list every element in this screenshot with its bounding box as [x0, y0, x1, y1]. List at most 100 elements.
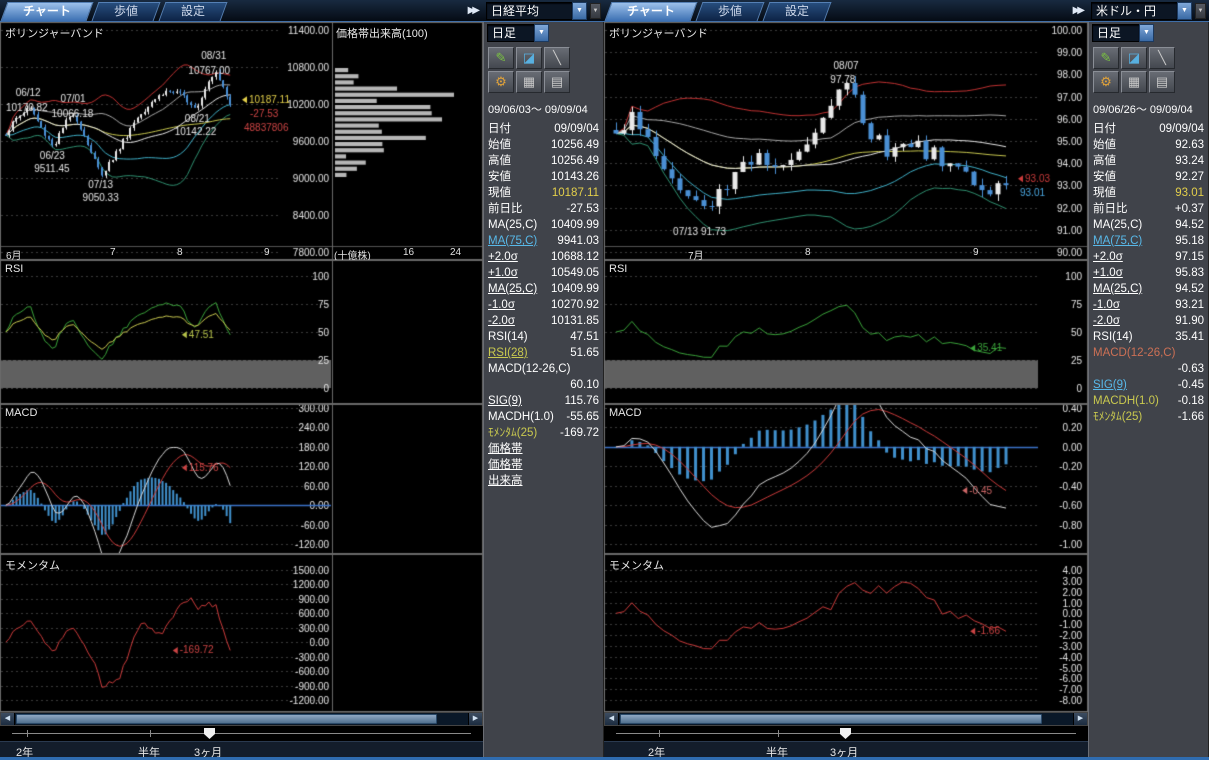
- scroll-right-button[interactable]: ▶: [1073, 713, 1087, 725]
- tab-quotes-right[interactable]: 歩値: [699, 2, 761, 21]
- left-macd-box: MACD: [0, 404, 483, 554]
- range-thumb[interactable]: [204, 728, 215, 739]
- info-value: -0.45: [1178, 377, 1204, 393]
- chevron-down-icon[interactable]: ▼: [534, 24, 549, 42]
- gear-icon: ⚙: [1100, 74, 1112, 89]
- left-scroll-thumb[interactable]: [16, 714, 437, 724]
- range-track[interactable]: [12, 733, 471, 734]
- highlighter-button[interactable]: ◪: [1121, 47, 1147, 69]
- left-rsi-chart[interactable]: [0, 260, 483, 404]
- highlighter-icon: ◪: [523, 50, 535, 65]
- info-link[interactable]: MA(75,C): [1093, 233, 1142, 249]
- right-symbol-select[interactable]: 米ドル・円 ▼: [1091, 2, 1192, 20]
- info-label: 安値: [488, 169, 511, 185]
- info-label: ﾓﾒﾝﾀﾑ(25): [488, 425, 537, 441]
- info-row: +2.0σ97.15: [1089, 249, 1208, 265]
- left-symbol-extra-button[interactable]: ▼: [590, 3, 601, 19]
- chevron-down-icon[interactable]: ▼: [1177, 2, 1192, 20]
- right-range-slider[interactable]: [604, 726, 1088, 741]
- right-period-select[interactable]: 日足 ▼: [1092, 24, 1154, 42]
- printer-button[interactable]: ▤: [544, 71, 570, 93]
- tab-label: 歩値: [95, 2, 157, 21]
- tab-quotes-left[interactable]: 歩値: [95, 2, 157, 21]
- info-row: MACDH(1.0)-0.18: [1089, 393, 1208, 409]
- expand-button-left[interactable]: ▶▶: [468, 5, 477, 16]
- right-symbol-bar: 米ドル・円 ▼ ▼: [1088, 0, 1209, 22]
- left-macd-chart[interactable]: [0, 404, 483, 554]
- right-scroll-thumb[interactable]: [620, 714, 1042, 724]
- info-link[interactable]: 価格帯: [488, 457, 523, 473]
- grid-tool-button[interactable]: ▦: [1121, 71, 1147, 93]
- chevron-down-icon[interactable]: ▼: [572, 2, 587, 20]
- tab-chart-left[interactable]: チャート: [4, 2, 90, 21]
- right-scroll-track[interactable]: [619, 713, 1073, 725]
- left-period-value: 日足: [487, 24, 534, 42]
- info-value: 10143.26: [551, 169, 599, 185]
- right-rsi-chart[interactable]: [604, 260, 1088, 404]
- info-value: -55.65: [566, 409, 599, 425]
- pencil-button[interactable]: ✎: [1093, 47, 1119, 69]
- right-macd-chart[interactable]: [604, 404, 1088, 554]
- left-main-chart[interactable]: [0, 22, 483, 260]
- info-value: 10409.99: [551, 217, 599, 233]
- info-link[interactable]: +2.0σ: [488, 249, 518, 265]
- info-value: 94.52: [1175, 281, 1204, 297]
- left-scrollbar[interactable]: ◀ ▶: [0, 712, 483, 726]
- info-link[interactable]: SIG(9): [1093, 377, 1127, 393]
- printer-button[interactable]: ▤: [1149, 71, 1175, 93]
- info-link[interactable]: -1.0σ: [1093, 297, 1120, 313]
- gear-button[interactable]: ⚙: [1093, 71, 1119, 93]
- expand-button-right[interactable]: ▶▶: [1073, 5, 1082, 16]
- highlighter-button[interactable]: ◪: [516, 47, 542, 69]
- scroll-right-button[interactable]: ▶: [468, 713, 482, 725]
- range-thumb[interactable]: [840, 728, 851, 739]
- info-link[interactable]: -2.0σ: [488, 313, 515, 329]
- left-symbol-select[interactable]: 日経平均 ▼: [486, 2, 587, 20]
- info-link[interactable]: MA(25,C): [488, 281, 537, 297]
- tab-settings-right[interactable]: 設定: [766, 2, 828, 21]
- right-main-chart[interactable]: [604, 22, 1088, 260]
- range-tick: [150, 730, 151, 737]
- pencil-button[interactable]: ✎: [488, 47, 514, 69]
- trendline-button[interactable]: ╲: [1149, 47, 1175, 69]
- left-scroll-track[interactable]: [15, 713, 468, 725]
- trendline-button[interactable]: ╲: [544, 47, 570, 69]
- gear-button[interactable]: ⚙: [488, 71, 514, 93]
- info-link[interactable]: SIG(9): [488, 393, 522, 409]
- info-link[interactable]: +1.0σ: [1093, 265, 1123, 281]
- left-range-slider[interactable]: [0, 726, 483, 741]
- tab-chart-right[interactable]: チャート: [608, 2, 694, 21]
- info-link[interactable]: +2.0σ: [1093, 249, 1123, 265]
- info-label: RSI(14): [488, 329, 528, 345]
- tab-settings-left[interactable]: 設定: [162, 2, 224, 21]
- left-symbol-bar: 日経平均 ▼ ▼: [483, 0, 604, 22]
- info-link[interactable]: MA(25,C): [1093, 281, 1142, 297]
- right-main-chart-box: ボリンジャーバンド 7月89: [604, 22, 1088, 260]
- info-label: 日付: [488, 121, 511, 137]
- info-label: ﾓﾒﾝﾀﾑ(25): [1093, 409, 1142, 425]
- info-link[interactable]: 価格帯: [488, 441, 523, 457]
- info-link[interactable]: 出来高: [488, 473, 523, 489]
- right-symbol-extra-button[interactable]: ▼: [1195, 3, 1206, 19]
- info-label: 高値: [488, 153, 511, 169]
- chevron-down-icon[interactable]: ▼: [1139, 24, 1154, 42]
- info-link[interactable]: MA(75,C): [488, 233, 537, 249]
- tab-label: チャート: [4, 2, 90, 21]
- info-value: 93.21: [1175, 297, 1204, 313]
- left-period-select[interactable]: 日足 ▼: [487, 24, 549, 42]
- scroll-right-icon: ▶: [1078, 715, 1083, 722]
- scroll-left-button[interactable]: ◀: [1, 713, 15, 725]
- info-label: RSI(14): [1093, 329, 1133, 345]
- left-momentum-chart[interactable]: [0, 554, 483, 712]
- right-momentum-chart[interactable]: [604, 554, 1088, 712]
- info-link[interactable]: RSI(28): [488, 345, 528, 361]
- scroll-left-icon: ◀: [5, 715, 10, 722]
- info-row: 60.10: [484, 377, 603, 393]
- grid-tool-button[interactable]: ▦: [516, 71, 542, 93]
- pencil-icon: ✎: [496, 50, 507, 65]
- info-link[interactable]: +1.0σ: [488, 265, 518, 281]
- right-scrollbar[interactable]: ◀ ▶: [604, 712, 1088, 726]
- info-link[interactable]: -2.0σ: [1093, 313, 1120, 329]
- info-link[interactable]: -1.0σ: [488, 297, 515, 313]
- scroll-left-button[interactable]: ◀: [605, 713, 619, 725]
